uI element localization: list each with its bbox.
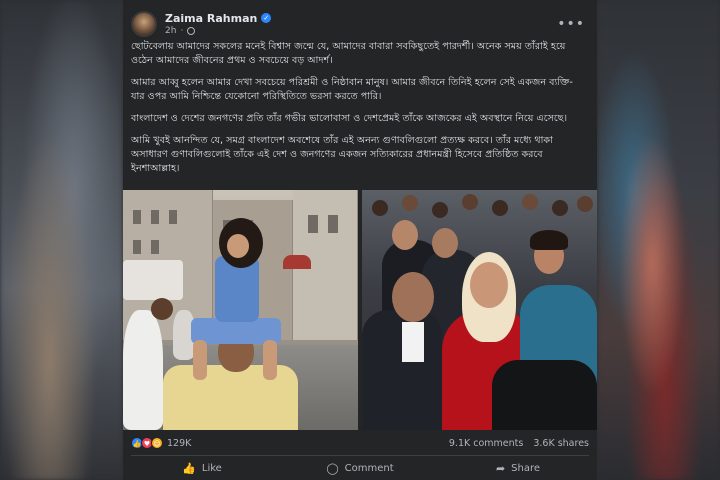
globe-icon xyxy=(187,26,196,35)
window-shape xyxy=(151,210,159,224)
face-shape xyxy=(432,228,458,258)
crowd-head xyxy=(462,194,478,210)
post-header: Zaima Rahman ✓ 2h · ••• xyxy=(123,0,597,40)
crowd-head xyxy=(552,200,568,216)
girl-face-shape xyxy=(227,234,249,258)
post-text: ছোটবেলায় আমাদের সকলের মনেই বিশ্বাস জন্ম… xyxy=(123,40,597,176)
blurred-background-right xyxy=(597,0,720,480)
awning-shape xyxy=(283,255,311,269)
crowd-head xyxy=(402,195,418,211)
reactions-bar: 👍 ♥ ☺ 129K 9.1K comments 3.6K shares xyxy=(123,433,597,453)
bus-shape xyxy=(123,260,183,300)
girl-leg-shape xyxy=(263,340,277,380)
woman-face-shape xyxy=(470,262,508,308)
photo-grid xyxy=(123,190,597,430)
care-reaction-icon: ☺ xyxy=(151,437,163,449)
crowd-head xyxy=(492,200,508,216)
like-button[interactable]: 👍 Like xyxy=(123,457,281,480)
share-label: Share xyxy=(511,463,541,474)
comment-count[interactable]: 9.1K comments xyxy=(449,438,523,449)
post-meta: 2h · xyxy=(165,26,553,36)
window-shape xyxy=(151,240,159,254)
post-paragraph: ছোটবেলায় আমাদের সকলের মনেই বিশ্বাস জন্ম… xyxy=(131,41,566,66)
more-options-icon[interactable]: ••• xyxy=(553,16,589,32)
post-card: Zaima Rahman ✓ 2h · ••• ছোটবেলায় আমাদের… xyxy=(123,0,597,480)
thumbs-up-icon: 👍 xyxy=(182,462,196,475)
share-arrow-icon: ➦ xyxy=(495,462,506,475)
crowd-head xyxy=(577,196,593,212)
share-button[interactable]: ➦ Share xyxy=(439,457,597,480)
photo-father-daughter[interactable] xyxy=(123,190,358,430)
window-shape xyxy=(133,240,141,254)
reaction-count[interactable]: 129K xyxy=(167,438,191,449)
crowd-head xyxy=(372,200,388,216)
window-shape xyxy=(308,215,318,233)
share-count[interactable]: 3.6K shares xyxy=(533,438,589,449)
window-shape xyxy=(169,210,177,224)
man-front-face xyxy=(392,272,434,322)
face-shape xyxy=(392,220,418,250)
hair-shape xyxy=(530,230,568,250)
comment-label: Comment xyxy=(344,463,394,474)
author-name[interactable]: Zaima Rahman xyxy=(165,12,257,25)
verified-badge-icon: ✓ xyxy=(261,13,272,23)
author-block: Zaima Rahman ✓ 2h · xyxy=(165,12,553,36)
post-paragraph: বাংলাদেশ ও দেশের জনগণের প্রতি তাঁর গভীর … xyxy=(131,113,567,124)
reaction-icons[interactable]: 👍 ♥ ☺ xyxy=(131,437,163,449)
post-time[interactable]: 2h xyxy=(165,26,176,36)
girl-leg-shape xyxy=(193,340,207,380)
author-avatar[interactable] xyxy=(131,10,157,37)
crowd-head xyxy=(432,202,448,218)
photo-crowd-event[interactable] xyxy=(362,190,597,430)
blurred-background-left xyxy=(0,0,123,480)
bystander-shape xyxy=(123,310,163,430)
post-paragraph: আমার আব্বু হলেন আমার দেখা সবচেয়ে পরিশ্র… xyxy=(131,77,573,102)
man-shirt-shape xyxy=(163,365,298,430)
like-label: Like xyxy=(201,463,222,474)
window-shape xyxy=(133,210,141,224)
crowd-head xyxy=(522,194,538,210)
author-row: Zaima Rahman ✓ xyxy=(165,12,553,25)
comment-button[interactable]: ◯ Comment xyxy=(281,457,439,480)
post-paragraph: আমি খুবই আনন্দিত যে, সমগ্র বাংলাদেশ অবশে… xyxy=(131,135,553,174)
foreground-shadow-shape xyxy=(492,360,597,430)
meta-separator: · xyxy=(180,25,184,36)
divider xyxy=(131,455,589,456)
shirt-collar-shape xyxy=(402,322,424,362)
bystander-head xyxy=(151,298,173,320)
comment-bubble-icon: ◯ xyxy=(326,462,339,475)
action-bar: 👍 Like ◯ Comment ➦ Share xyxy=(123,457,597,480)
window-shape xyxy=(328,215,338,233)
